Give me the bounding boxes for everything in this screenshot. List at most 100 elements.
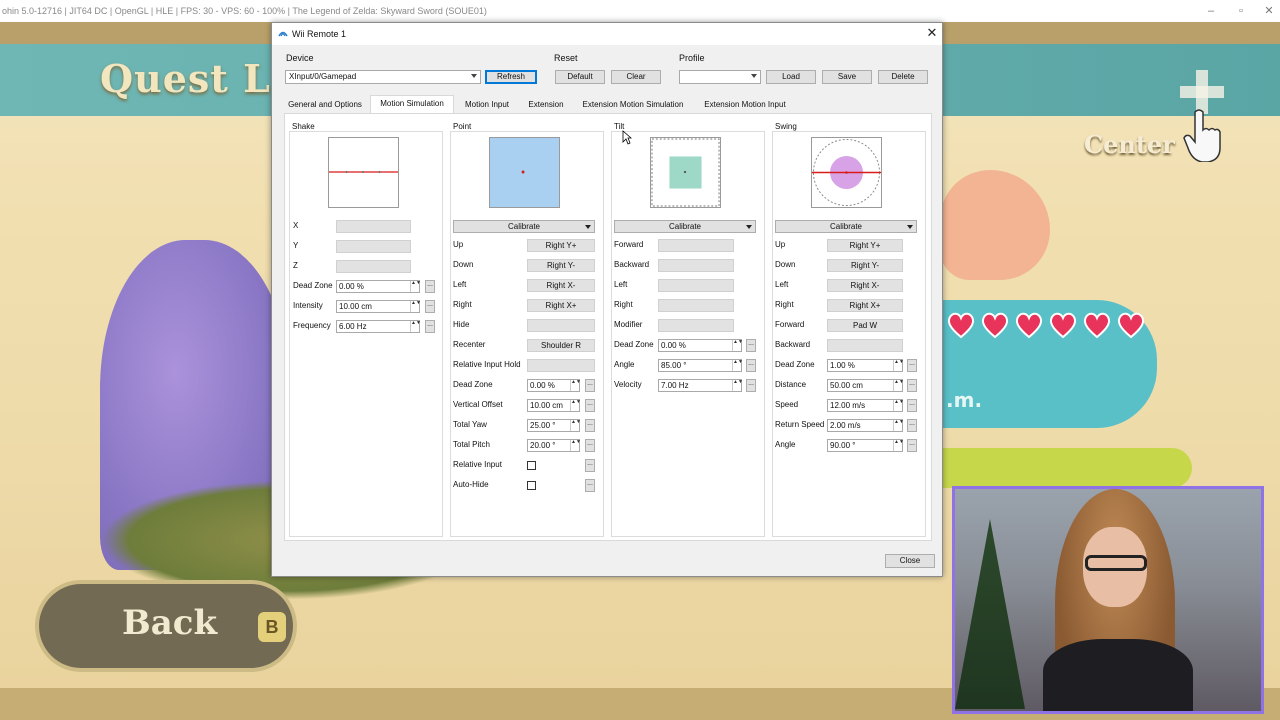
shake-dead-zone-more-button[interactable]: ... (425, 280, 435, 293)
tilt-angle-more-button[interactable]: ... (746, 359, 756, 372)
point-dead-zone-input[interactable]: 0.00 % ▲▼ (527, 379, 581, 392)
shake-z-label: Z (293, 261, 298, 270)
shake-y-field[interactable] (336, 240, 411, 253)
shake-frequency-more-button[interactable]: ... (425, 320, 435, 333)
point-dead-zone-more-button[interactable]: ... (585, 379, 595, 392)
point-relative-input-more-button[interactable]: ... (585, 459, 595, 472)
spin-arrows-icon[interactable]: ▲▼ (732, 360, 743, 371)
tab-motion-simulation[interactable]: Motion Simulation (370, 95, 454, 113)
swing-distance-input[interactable]: 50.00 cm ▲▼ (827, 379, 904, 392)
shake-frequency-input[interactable]: 6.00 Hz ▲▼ (336, 320, 421, 333)
shake-z-field[interactable] (336, 260, 411, 273)
tilt-dead-zone-value: 0.00 % (661, 341, 686, 350)
shake-intensity-more-button[interactable]: ... (425, 300, 435, 313)
refresh-button[interactable]: Refresh (485, 70, 537, 84)
minimize-icon[interactable]: – (1196, 0, 1226, 22)
delete-button[interactable]: Delete (878, 70, 928, 84)
point-up-binding[interactable]: Right Y+ (527, 239, 595, 252)
point-right-binding[interactable]: Right X+ (527, 299, 595, 312)
point-auto-hide-more-button[interactable]: ... (585, 479, 595, 492)
tilt-left-label: Left (614, 280, 628, 289)
tilt-dead-zone-input[interactable]: 0.00 % ▲▼ (658, 339, 743, 352)
swing-dead-zone-more-button[interactable]: ... (907, 359, 917, 372)
shake-dead-zone-input[interactable]: 0.00 % ▲▼ (336, 280, 421, 293)
tab-extension-motion-input[interactable]: Extension Motion Input (698, 97, 792, 113)
spin-arrows-icon[interactable]: ▲▼ (893, 440, 904, 451)
save-button[interactable]: Save (822, 70, 872, 84)
spin-arrows-icon[interactable]: ▲▼ (893, 420, 904, 431)
point-vertical-offset-input[interactable]: 10.00 cm ▲▼ (527, 399, 581, 412)
shake-x-field[interactable] (336, 220, 411, 233)
swing-forward-binding[interactable]: Pad W (827, 319, 903, 332)
window-close-icon[interactable]: ✕ (1254, 0, 1280, 22)
swing-calibrate-button[interactable]: Calibrate (775, 220, 917, 233)
tilt-backward-binding[interactable] (658, 259, 734, 272)
swing-distance-more-button[interactable]: ... (907, 379, 917, 392)
maximize-icon[interactable]: ▫ (1226, 0, 1256, 22)
spin-arrows-icon[interactable]: ▲▼ (410, 321, 421, 332)
spin-arrows-icon[interactable]: ▲▼ (570, 420, 581, 431)
spin-arrows-icon[interactable]: ▲▼ (410, 301, 421, 312)
point-relative-hold-binding[interactable] (527, 359, 595, 372)
tilt-modifier-label: Modifier (614, 320, 643, 329)
point-total-pitch-input[interactable]: 20.00 ° ▲▼ (527, 439, 581, 452)
spin-arrows-icon[interactable]: ▲▼ (570, 400, 581, 411)
profile-select[interactable] (679, 70, 761, 84)
swing-speed-more-button[interactable]: ... (907, 399, 917, 412)
tilt-modifier-binding[interactable] (658, 319, 734, 332)
point-relative-input-checkbox[interactable] (527, 461, 536, 470)
spin-arrows-icon[interactable]: ▲▼ (893, 400, 904, 411)
spin-arrows-icon[interactable]: ▲▼ (570, 440, 581, 451)
tilt-velocity-more-button[interactable]: ... (746, 379, 756, 392)
device-select[interactable]: XInput/0/Gamepad (285, 70, 481, 84)
spin-arrows-icon[interactable]: ▲▼ (410, 281, 421, 292)
point-auto-hide-checkbox[interactable] (527, 481, 536, 490)
swing-speed-input[interactable]: 12.00 m/s ▲▼ (827, 399, 904, 412)
point-down-binding[interactable]: Right Y- (527, 259, 595, 272)
point-left-binding[interactable]: Right X- (527, 279, 595, 292)
swing-backward-binding[interactable] (827, 339, 903, 352)
spin-arrows-icon[interactable]: ▲▼ (732, 380, 743, 391)
shake-intensity-input[interactable]: 10.00 cm ▲▼ (336, 300, 421, 313)
swing-right-binding[interactable]: Right X+ (827, 299, 903, 312)
spin-arrows-icon[interactable]: ▲▼ (732, 340, 743, 351)
shake-frequency-value: 6.00 Hz (339, 322, 367, 331)
swing-down-binding[interactable]: Right Y- (827, 259, 903, 272)
wii-remote-config-dialog: Wii Remote 1 ✕ Device XInput/0/Gamepad R… (271, 22, 943, 577)
tab-extension-motion-simulation[interactable]: Extension Motion Simulation (576, 97, 690, 113)
load-button[interactable]: Load (766, 70, 816, 84)
swing-left-binding[interactable]: Right X- (827, 279, 903, 292)
point-vertical-offset-more-button[interactable]: ... (585, 399, 595, 412)
close-button[interactable]: Close (885, 554, 935, 568)
swing-return-speed-more-button[interactable]: ... (907, 419, 917, 432)
swing-up-binding[interactable]: Right Y+ (827, 239, 903, 252)
tab-extension[interactable]: Extension (522, 97, 570, 113)
tilt-left-binding[interactable] (658, 279, 734, 292)
tab-motion-input[interactable]: Motion Input (458, 97, 516, 113)
spin-arrows-icon[interactable]: ▲▼ (570, 380, 581, 391)
swing-return-speed-input[interactable]: 2.00 m/s ▲▼ (827, 419, 904, 432)
swing-down-label: Down (775, 260, 796, 269)
swing-angle-input[interactable]: 90.00 ° ▲▼ (827, 439, 904, 452)
swing-dead-zone-input[interactable]: 1.00 % ▲▼ (827, 359, 904, 372)
tilt-right-binding[interactable] (658, 299, 734, 312)
clear-button[interactable]: Clear (611, 70, 661, 84)
tilt-forward-binding[interactable] (658, 239, 734, 252)
tab-general-and-options[interactable]: General and Options (284, 97, 366, 113)
tilt-angle-input[interactable]: 85.00 ° ▲▼ (658, 359, 743, 372)
point-total-pitch-more-button[interactable]: ... (585, 439, 595, 452)
tilt-calibrate-button[interactable]: Calibrate (614, 220, 756, 233)
tilt-velocity-input[interactable]: 7.00 Hz ▲▼ (658, 379, 743, 392)
point-calibrate-button[interactable]: Calibrate (453, 220, 595, 233)
dialog-close-icon[interactable]: ✕ (924, 25, 940, 41)
spin-arrows-icon[interactable]: ▲▼ (893, 380, 904, 391)
point-total-yaw-more-button[interactable]: ... (585, 419, 595, 432)
point-total-yaw-input[interactable]: 25.00 ° ▲▼ (527, 419, 581, 432)
point-recenter-binding[interactable]: Shoulder R (527, 339, 595, 352)
point-hide-binding[interactable] (527, 319, 595, 332)
point-up-label: Up (453, 240, 464, 249)
default-button[interactable]: Default (555, 70, 605, 84)
tilt-dead-zone-more-button[interactable]: ... (746, 339, 756, 352)
swing-angle-more-button[interactable]: ... (907, 439, 917, 452)
spin-arrows-icon[interactable]: ▲▼ (893, 360, 904, 371)
